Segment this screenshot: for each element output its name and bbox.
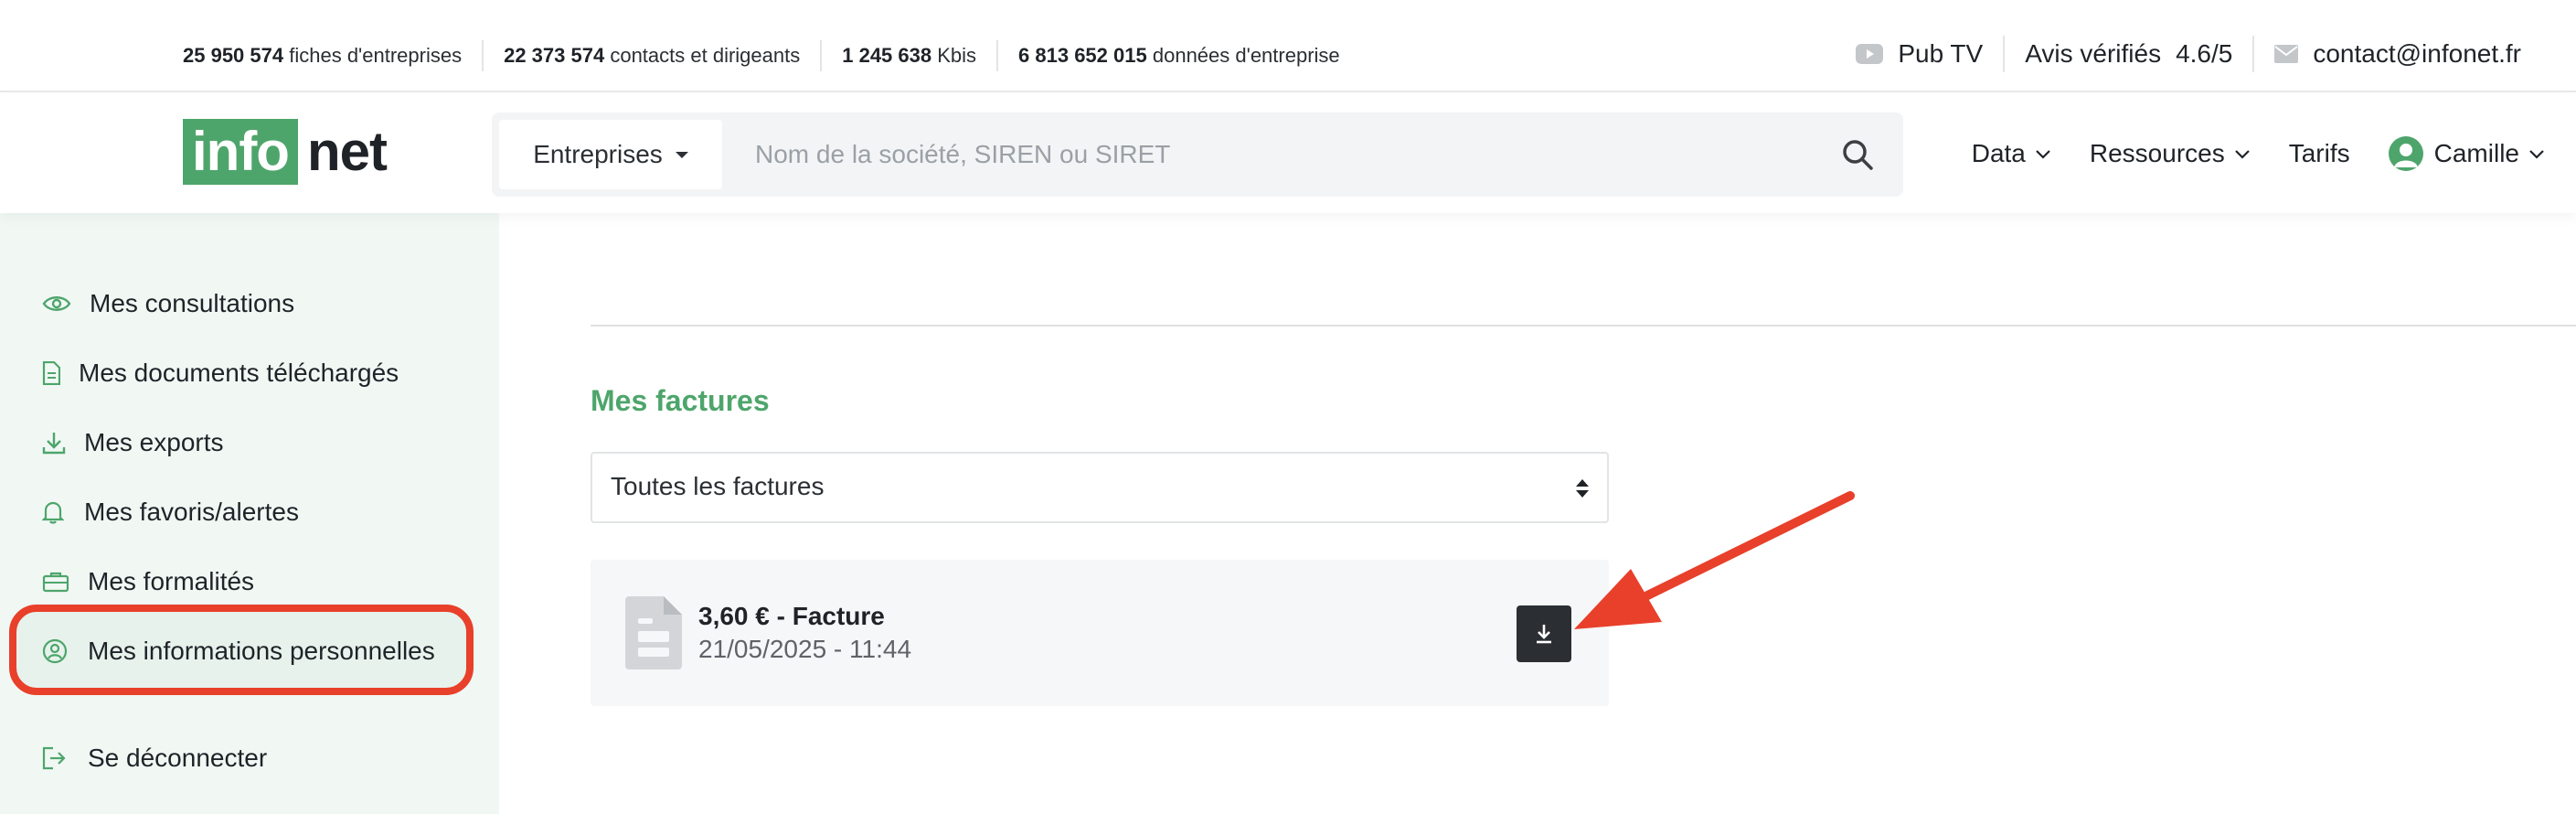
stat-contacts: 22 373 574 contacts et dirigeants xyxy=(482,40,820,71)
logo-info-part: info xyxy=(183,119,298,185)
stat-fiches: 25 950 574 fiches d'entreprises xyxy=(183,40,482,71)
sidebar-item-label: Mes informations personnelles xyxy=(88,637,435,665)
page-title: Mes factures xyxy=(591,384,770,417)
eye-icon xyxy=(42,294,75,314)
avis-label: Avis vérifiés xyxy=(2025,39,2162,68)
stat-kbis: 1 245 638 Kbis xyxy=(820,40,996,71)
sidebar-item-exports[interactable]: Mes exports xyxy=(42,420,224,466)
stat-label: données d'entreprise xyxy=(1152,44,1340,67)
caret-down-icon xyxy=(675,151,688,158)
sidebar-item-label: Se déconnecter xyxy=(88,744,268,772)
document-icon xyxy=(42,361,66,385)
youtube-icon xyxy=(1856,44,1884,64)
mail-icon xyxy=(2274,45,2299,63)
user-avatar-icon xyxy=(2388,136,2423,171)
nav-ressources-label: Ressources xyxy=(2089,139,2225,167)
chevron-down-icon xyxy=(2035,148,2051,159)
search-category-label: Entreprises xyxy=(533,140,663,168)
sidebar-item-label: Mes formalités xyxy=(88,567,255,595)
stat-donnees: 6 813 652 015 données d'entreprise xyxy=(996,40,1360,71)
account-sidebar: Mes consultations Mes documents téléchar… xyxy=(0,213,499,814)
download-icon xyxy=(42,431,69,455)
search-input[interactable] xyxy=(755,120,1806,189)
sidebar-item-label: Mes favoris/alertes xyxy=(84,498,299,526)
sidebar-item-consultations[interactable]: Mes consultations xyxy=(42,281,294,327)
stat-value: 22 373 574 xyxy=(504,44,605,67)
nav-data-label: Data xyxy=(1971,139,2026,167)
pub-tv-label: Pub TV xyxy=(1898,39,1984,68)
top-stats-bar: 25 950 574 fiches d'entreprises 22 373 5… xyxy=(0,0,2576,92)
top-right-links: Pub TV Avis vérifiés 4.6/5 contact@infon… xyxy=(1836,33,2541,75)
main-nav: Data Ressources Tarifs Camille xyxy=(1933,131,2545,177)
search-bar: Entreprises xyxy=(492,112,1903,197)
chevron-down-icon xyxy=(2528,148,2545,159)
content-divider xyxy=(591,325,2576,327)
invoice-file-icon xyxy=(625,596,682,674)
contact-email: contact@infonet.fr xyxy=(2313,39,2521,68)
sidebar-item-label: Mes exports xyxy=(84,428,224,456)
invoice-filter-value: Toutes les factures xyxy=(611,472,825,500)
sidebar-item-label: Mes consultations xyxy=(90,289,295,317)
chevron-down-icon xyxy=(2234,148,2251,159)
briefcase-icon xyxy=(42,571,71,593)
stats-list: 25 950 574 fiches d'entreprises 22 373 5… xyxy=(183,35,1360,77)
invoice-date: 21/05/2025 - 11:44 xyxy=(698,635,912,663)
sidebar-item-formalites[interactable]: Mes formalités xyxy=(42,559,254,605)
main-header: info net Entreprises Data Ressources Tar… xyxy=(0,94,2576,213)
avis-verifies-link[interactable]: Avis vérifiés 4.6/5 xyxy=(2003,36,2252,72)
contact-link[interactable]: contact@infonet.fr xyxy=(2252,36,2541,72)
nav-tarifs[interactable]: Tarifs xyxy=(2289,139,2350,168)
invoice-card: 3,60 € - Facture 21/05/2025 - 11:44 xyxy=(591,560,1609,706)
sidebar-item-favoris[interactable]: Mes favoris/alertes xyxy=(42,489,299,535)
annotation-arrow-icon xyxy=(1574,491,1855,629)
avis-rating: 4.6/5 xyxy=(2176,39,2233,68)
nav-ressources[interactable]: Ressources xyxy=(2090,139,2251,168)
nav-user-menu[interactable]: Camille xyxy=(2388,136,2545,171)
nav-data[interactable]: Data xyxy=(1972,139,2051,168)
stat-value: 25 950 574 xyxy=(183,44,284,67)
infonet-logo[interactable]: info net xyxy=(183,119,388,185)
user-circle-icon xyxy=(42,638,71,664)
search-button[interactable] xyxy=(1839,136,1876,173)
sidebar-item-informations-personnelles[interactable]: Mes informations personnelles xyxy=(42,628,435,674)
search-icon xyxy=(1841,138,1874,171)
user-name: Camille xyxy=(2433,139,2519,167)
stat-label: fiches d'entreprises xyxy=(289,44,463,67)
sidebar-item-documents[interactable]: Mes documents téléchargés xyxy=(42,350,399,396)
sidebar-item-label: Mes documents téléchargés xyxy=(79,359,399,387)
stat-value: 1 245 638 xyxy=(842,44,932,67)
invoice-filter-select[interactable]: Toutes les factures xyxy=(591,452,1609,523)
bell-icon xyxy=(42,500,69,524)
stat-label: Kbis xyxy=(937,44,977,67)
stat-label: contacts et dirigeants xyxy=(610,44,801,67)
pub-tv-link[interactable]: Pub TV xyxy=(1836,36,2003,72)
logout-icon xyxy=(42,746,71,770)
logo-net-part: net xyxy=(306,121,388,182)
download-icon xyxy=(1534,623,1554,645)
nav-tarifs-label: Tarifs xyxy=(2288,139,2350,167)
sidebar-item-logout[interactable]: Se déconnecter xyxy=(42,735,267,781)
invoice-title: 3,60 € - Facture xyxy=(698,602,885,630)
search-category-dropdown[interactable]: Entreprises xyxy=(499,120,722,189)
stat-value: 6 813 652 015 xyxy=(1018,44,1147,67)
